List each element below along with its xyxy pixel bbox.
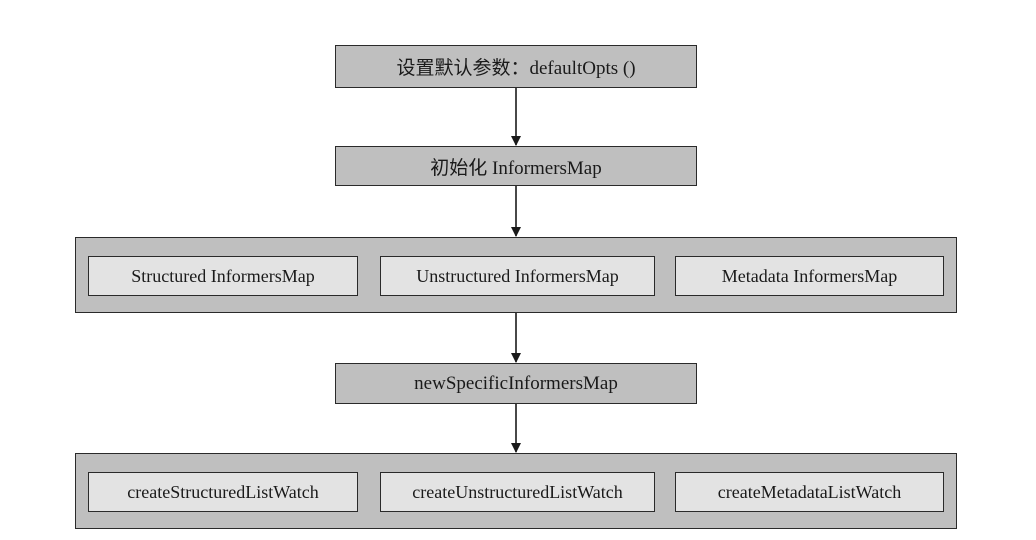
create-metadata-list-watch-label: createMetadataListWatch <box>717 481 902 502</box>
create-structured-list-watch-label: createStructuredListWatch <box>127 481 319 502</box>
create-metadata-list-watch-box: createMetadataListWatch <box>675 472 944 512</box>
init-informers-map-label: 初始化 InformersMap <box>430 157 602 179</box>
default-opts-box: 设置默认参数：defaultOpts () <box>335 45 697 88</box>
metadata-informers-map-label: Metadata InformersMap <box>721 265 898 286</box>
metadata-informers-map-box: Metadata InformersMap <box>675 256 944 296</box>
create-unstructured-list-watch-box: createUnstructuredListWatch <box>380 472 655 512</box>
new-specific-informers-map-label: newSpecificInformersMap <box>414 372 618 394</box>
structured-informers-map-label: Structured InformersMap <box>131 265 315 286</box>
list-watch-group: createStructuredListWatch createUnstruct… <box>75 453 957 529</box>
init-informers-map-box: 初始化 InformersMap <box>335 146 697 186</box>
unstructured-informers-map-box: Unstructured InformersMap <box>380 256 655 296</box>
create-structured-list-watch-box: createStructuredListWatch <box>88 472 358 512</box>
informers-map-group: Structured InformersMap Unstructured Inf… <box>75 237 957 313</box>
default-opts-label: 设置默认参数：defaultOpts () <box>396 58 636 79</box>
structured-informers-map-box: Structured InformersMap <box>88 256 358 296</box>
new-specific-informers-map-box: newSpecificInformersMap <box>335 363 697 404</box>
create-unstructured-list-watch-label: createUnstructuredListWatch <box>412 481 623 502</box>
unstructured-informers-map-label: Unstructured InformersMap <box>416 265 619 286</box>
